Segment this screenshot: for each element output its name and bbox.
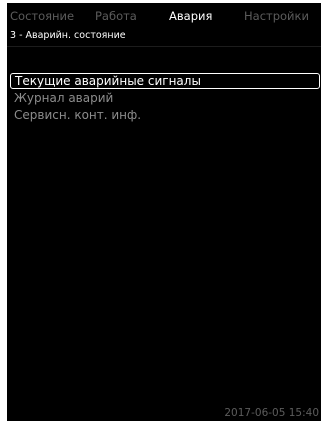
tab-alarm[interactable]: Авария	[169, 9, 212, 23]
menu-item-alarm-log[interactable]: Журнал аварий	[10, 90, 320, 106]
tab-status[interactable]: Состояние	[10, 9, 74, 23]
menu-item-current-alarms[interactable]: Текущие аварийные сигналы	[10, 73, 320, 89]
menu-item-service-contact-info[interactable]: Сервисн. конт. инф.	[10, 107, 320, 123]
divider	[7, 46, 321, 47]
tab-settings[interactable]: Настройки	[244, 9, 309, 23]
tab-bar: Состояние Работа Авария Настройки	[7, 3, 321, 29]
tab-operation[interactable]: Работа	[95, 9, 137, 23]
breadcrumb: 3 - Аварийн. состояние	[10, 30, 126, 41]
controller-display: Состояние Работа Авария Настройки 3 - Ав…	[7, 3, 321, 421]
menu-list: Текущие аварийные сигналы Журнал аварий …	[10, 73, 320, 124]
status-datetime: 2017-06-05 15:40	[224, 407, 319, 419]
